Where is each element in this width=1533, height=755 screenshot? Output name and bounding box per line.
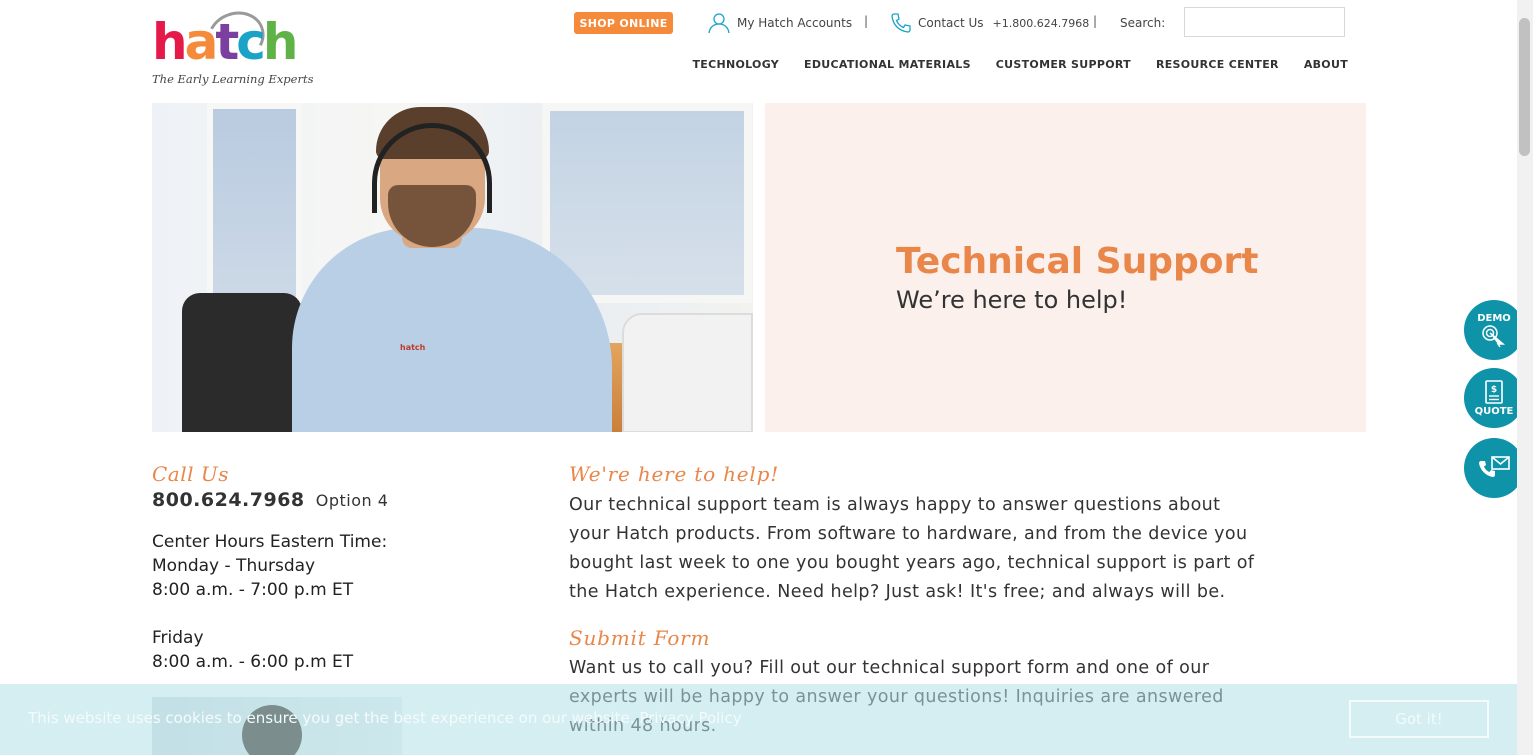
search-label: Search: (1120, 16, 1166, 30)
page-subtitle: We’re here to help! (896, 286, 1128, 314)
weekday-hours: 8:00 a.m. - 7:00 p.m ET (152, 580, 354, 600)
nav-resource-center[interactable]: RESOURCE CENTER (1156, 58, 1279, 71)
support-phone[interactable]: 800.624.7968 Option 4 (152, 489, 388, 511)
demo-button[interactable]: DEMO (1464, 300, 1524, 360)
nav-educational-materials[interactable]: EDUCATIONAL MATERIALS (804, 58, 971, 71)
document-dollar-icon: $ (1485, 379, 1503, 404)
support-phone-number: 800.624.7968 (152, 489, 305, 511)
cookie-message: This website uses cookies to ensure you … (28, 709, 742, 727)
quote-label: QUOTE (1474, 405, 1514, 417)
logo-letter-h1: h (152, 13, 188, 71)
logo-letter-t: t (215, 13, 239, 71)
logo-tagline: The Early Learning Experts (152, 72, 314, 86)
phone-icon (891, 13, 911, 33)
cookie-banner: This website uses cookies to ensure you … (0, 684, 1517, 755)
hatch-logo[interactable]: hatch The Early Learning Experts (152, 3, 314, 92)
main-nav: TECHNOLOGY EDUCATIONAL MATERIALS CUSTOME… (667, 58, 1348, 71)
logo-wordmark: hatch (152, 12, 299, 72)
call-us-heading: Call Us (152, 462, 229, 486)
quote-button[interactable]: $ QUOTE (1464, 368, 1524, 428)
hours-heading: Center Hours Eastern Time: (152, 532, 388, 552)
my-accounts-link[interactable]: My Hatch Accounts (707, 11, 852, 35)
phone-option: Option 4 (315, 491, 389, 510)
weekday-days: Monday - Thursday (152, 556, 316, 576)
nav-about[interactable]: ABOUT (1304, 58, 1348, 71)
separator: | (864, 14, 869, 28)
nav-technology[interactable]: TECHNOLOGY (692, 58, 779, 71)
friday-day: Friday (152, 628, 204, 648)
submit-form-heading[interactable]: Submit Form (569, 626, 710, 650)
shirt-logo: hatch (400, 343, 426, 352)
separator: | (1093, 14, 1098, 28)
logo-letter-h2: h (262, 13, 299, 71)
pointer-click-icon (1482, 324, 1506, 347)
office-chair (182, 293, 302, 432)
scrollbar-thumb[interactable] (1519, 18, 1530, 156)
phone-envelope-icon (1479, 456, 1510, 477)
help-heading: We're here to help! (569, 462, 780, 486)
page-scrollbar[interactable] (1517, 0, 1533, 755)
dollar-glyph: $ (1491, 385, 1497, 395)
hero-banner: Technical Support We’re here to help! (765, 103, 1366, 432)
contact-float-button[interactable] (1464, 438, 1524, 498)
logo-letter-a: a (184, 13, 219, 71)
help-paragraph: Our technical support team is always hap… (569, 495, 1255, 602)
cookie-accept-button[interactable]: Got it! (1349, 700, 1489, 738)
demo-label: DEMO (1477, 312, 1511, 324)
page-title: Technical Support (896, 241, 1259, 282)
logo-letter-c: c (236, 13, 266, 71)
friday-hours: 8:00 a.m. - 6:00 p.m ET (152, 652, 354, 672)
hero-photo-support-agent: hatch (152, 103, 753, 432)
nav-customer-support[interactable]: CUSTOMER SUPPORT (996, 58, 1131, 71)
friday-hours-block: Friday 8:00 a.m. - 6:00 p.m ET (152, 626, 353, 674)
shop-online-button[interactable]: SHOP ONLINE (574, 12, 673, 34)
contact-phone: +1.800.624.7968 (992, 16, 1090, 30)
contact-us-link[interactable]: Contact Us +1.800.624.7968 (890, 11, 1089, 35)
contact-us-label: Contact Us (918, 16, 984, 30)
search-input[interactable] (1184, 7, 1345, 37)
my-accounts-label: My Hatch Accounts (737, 16, 853, 30)
monitor (622, 313, 753, 432)
center-hours: Center Hours Eastern Time: Monday - Thur… (152, 530, 387, 602)
user-icon (708, 13, 730, 34)
